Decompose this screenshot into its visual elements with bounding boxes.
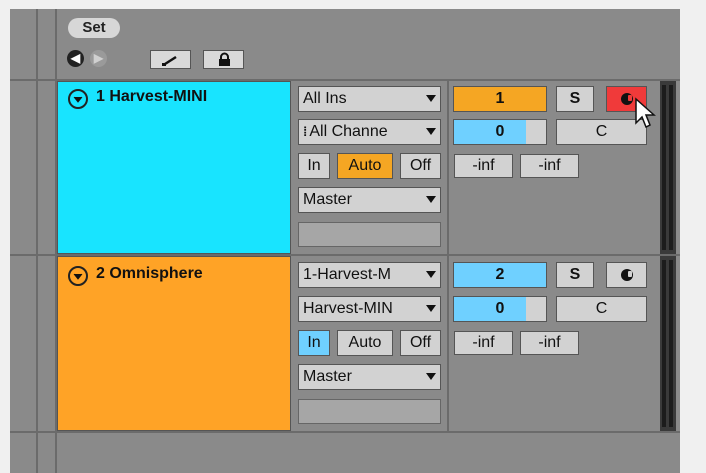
dropdown-arrow-icon bbox=[426, 95, 436, 102]
draw-mode-button[interactable] bbox=[150, 50, 191, 69]
dropdown-arrow-icon bbox=[426, 128, 436, 135]
lock-icon bbox=[219, 52, 230, 66]
track-1-input-channel-label: ⁞ All Channe bbox=[303, 120, 424, 144]
track-1-name: 1 Harvest-MINI bbox=[96, 88, 208, 105]
set-button[interactable]: Set bbox=[68, 18, 120, 38]
track-2-output-label: Master bbox=[303, 368, 352, 385]
track-1-input-channel-select[interactable]: ⁞ All Channe bbox=[298, 119, 441, 145]
track-2-monitor-auto[interactable]: Auto bbox=[337, 330, 393, 356]
pencil-icon bbox=[162, 55, 177, 66]
track-2-level-meter bbox=[660, 256, 676, 431]
track-1-peak-left[interactable]: -inf bbox=[454, 154, 513, 178]
track-2-peak-right[interactable]: -inf bbox=[520, 331, 579, 355]
track-1-volume-slider[interactable]: 0 bbox=[453, 119, 547, 145]
track-2-pan-knob[interactable]: C bbox=[556, 296, 647, 322]
track-1-monitor-in[interactable]: In bbox=[298, 153, 330, 179]
track-1-output-select[interactable]: Master bbox=[298, 187, 441, 213]
track-1-input-type-label: All Ins bbox=[303, 90, 347, 107]
meter-right-channel bbox=[669, 260, 673, 427]
track-2-monitor-in[interactable]: In bbox=[298, 330, 330, 356]
chevron-down-icon[interactable] bbox=[68, 89, 88, 109]
track-1-volume-value: 0 bbox=[495, 123, 505, 140]
track-1-solo-button[interactable]: S bbox=[556, 86, 594, 112]
arrow-left-icon[interactable]: ◀ bbox=[67, 50, 84, 67]
lock-button[interactable] bbox=[203, 50, 244, 69]
track-1-input-channel-text: All Channe bbox=[309, 123, 388, 140]
track-2-clip[interactable]: 2 Omnisphere bbox=[57, 256, 291, 431]
track-2-arm-button[interactable] bbox=[606, 262, 647, 288]
track-1-level-meter bbox=[660, 81, 676, 254]
track-2-peak-left[interactable]: -inf bbox=[454, 331, 513, 355]
track-2-activator[interactable]: 2 bbox=[453, 262, 547, 288]
dropdown-arrow-icon bbox=[426, 271, 436, 278]
meter-left-channel bbox=[662, 260, 666, 427]
track-2-solo-button[interactable]: S bbox=[556, 262, 594, 288]
chevron-shape bbox=[73, 273, 83, 280]
track-2-input-channel-select[interactable]: Harvest-MIN bbox=[298, 296, 441, 322]
record-arm-icon bbox=[620, 93, 633, 105]
track-1-output-label: Master bbox=[303, 191, 352, 208]
track-2-output-channel-select[interactable] bbox=[298, 399, 441, 424]
chevron-shape bbox=[73, 96, 83, 103]
track-2-volume-value: 0 bbox=[495, 300, 505, 317]
column-divider bbox=[447, 256, 449, 431]
column-divider bbox=[447, 81, 449, 254]
track-2-input-type-select[interactable]: 1-Harvest-M bbox=[298, 262, 441, 288]
dropdown-arrow-icon bbox=[426, 373, 436, 380]
dropdown-arrow-icon bbox=[426, 196, 436, 203]
chevron-down-icon[interactable] bbox=[68, 266, 88, 286]
track-2-monitor-off[interactable]: Off bbox=[400, 330, 441, 356]
meter-left-channel bbox=[662, 85, 666, 250]
arrow-right-icon[interactable]: ▶ bbox=[90, 50, 107, 67]
track-2-input-type-label: 1-Harvest-M bbox=[303, 266, 392, 283]
track-1-monitor-auto[interactable]: Auto bbox=[337, 153, 393, 179]
track-2-volume-slider[interactable]: 0 bbox=[453, 296, 547, 322]
track-1-output-channel-select[interactable] bbox=[298, 222, 441, 247]
session-view: Set ◀ ▶ 1 Harvest-MINI All Ins ⁞ All Chan… bbox=[10, 9, 680, 473]
meter-right-channel bbox=[669, 85, 673, 250]
mouse-cursor-icon bbox=[635, 97, 656, 129]
track-1-clip[interactable]: 1 Harvest-MINI bbox=[57, 81, 291, 254]
row-divider bbox=[10, 431, 680, 433]
track-1-activator[interactable]: 1 bbox=[453, 86, 547, 112]
track-1-monitor-off[interactable]: Off bbox=[400, 153, 441, 179]
track-1-peak-right[interactable]: -inf bbox=[520, 154, 579, 178]
track-2-name: 2 Omnisphere bbox=[96, 265, 203, 282]
channel-icon: ⁞ bbox=[303, 124, 308, 139]
track-1-input-type-select[interactable]: All Ins bbox=[298, 86, 441, 112]
record-arm-icon bbox=[620, 269, 633, 281]
track-2-output-select[interactable]: Master bbox=[298, 364, 441, 390]
track-2-input-channel-label: Harvest-MIN bbox=[303, 300, 393, 317]
dropdown-arrow-icon bbox=[426, 305, 436, 312]
